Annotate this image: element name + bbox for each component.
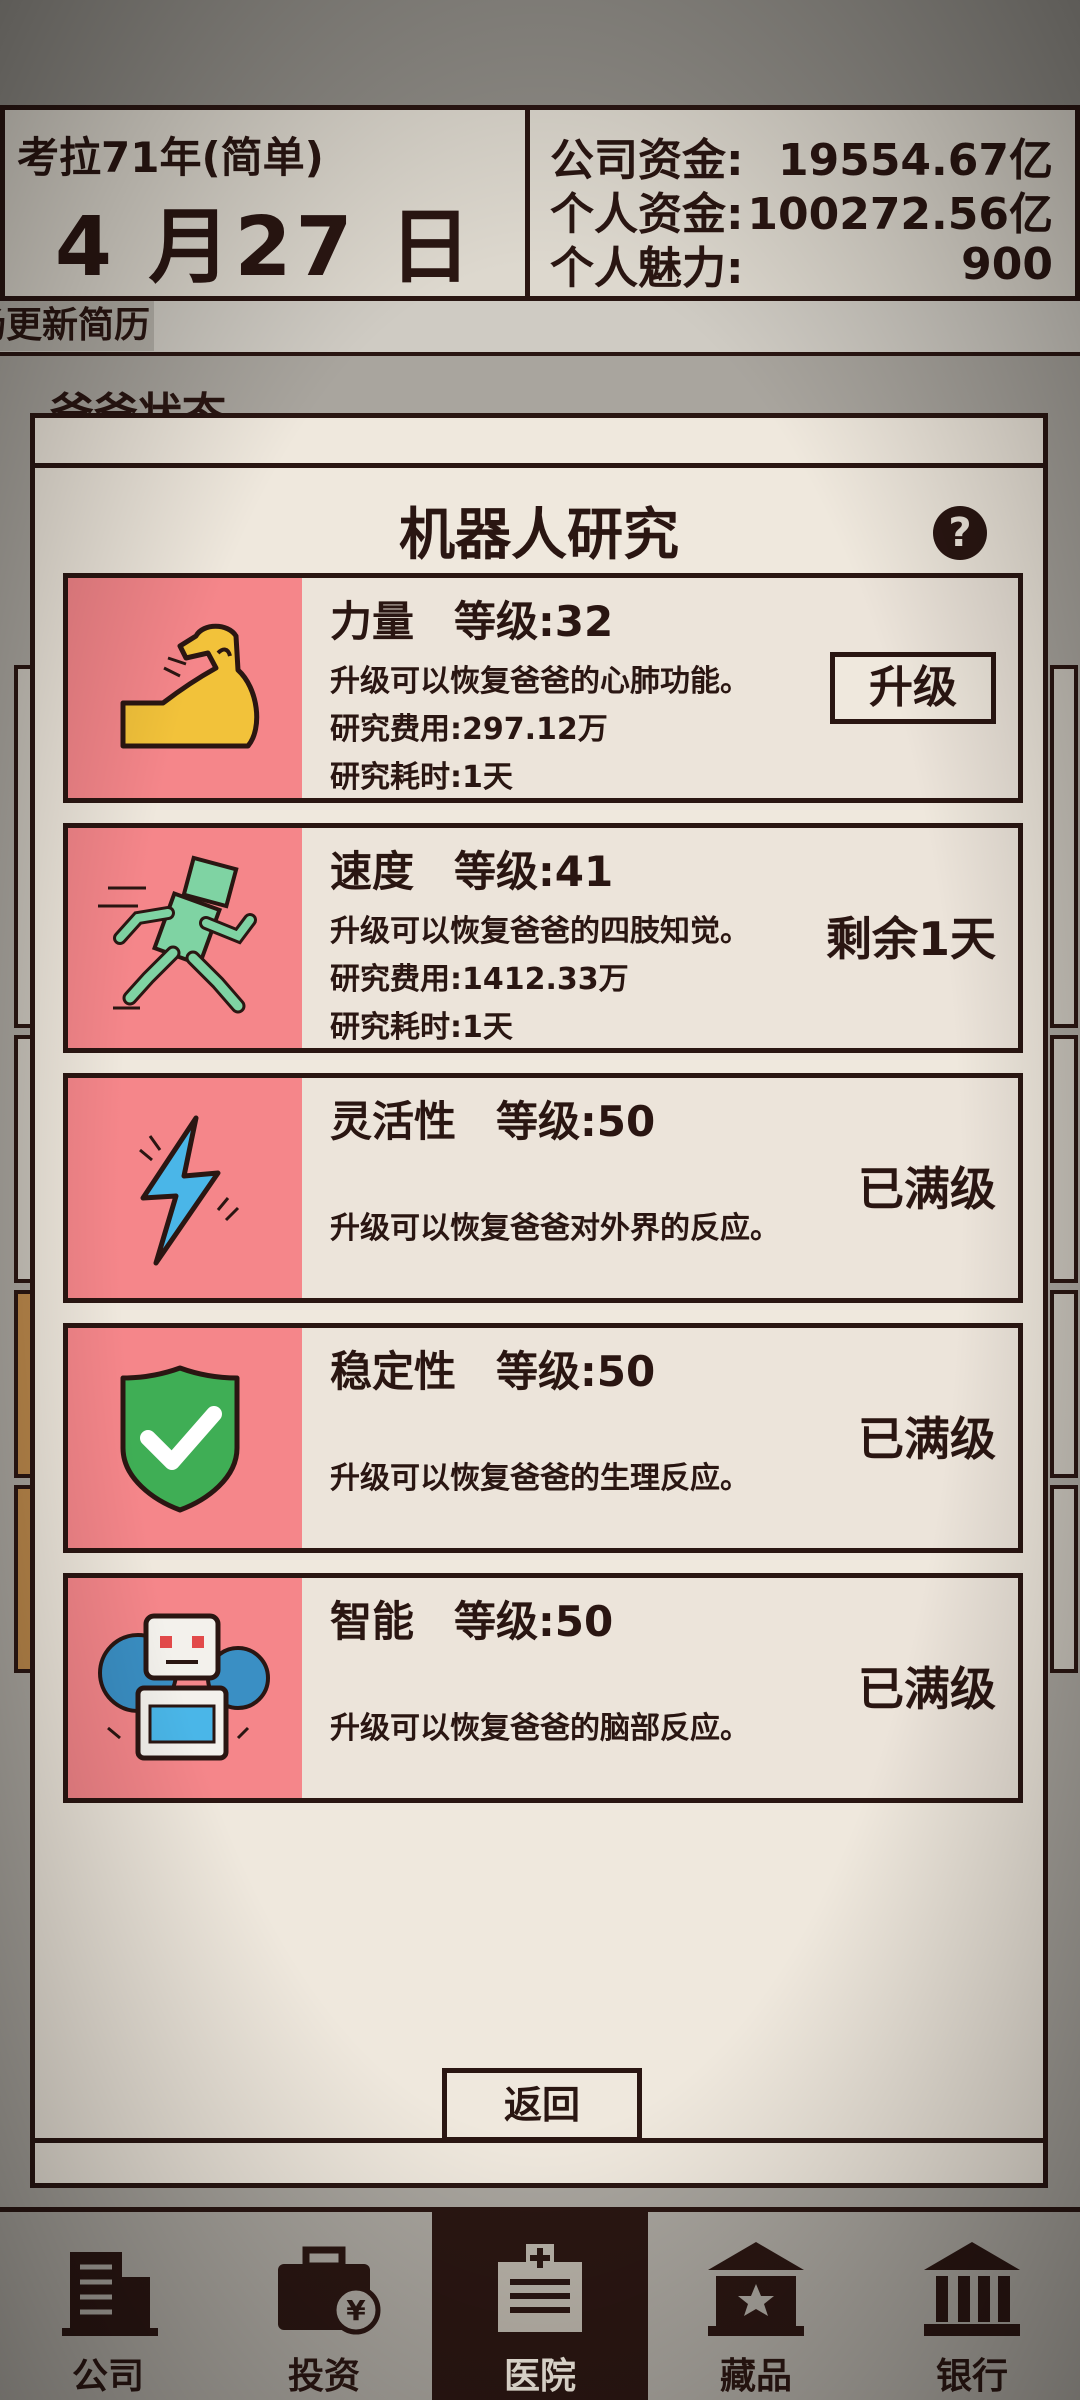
research-card-intelligence: 智能 等级:50 升级可以恢复爸爸的脑部反应。 已满级 (63, 1573, 1023, 1803)
charm-row: 个人魅力: 900 (550, 236, 1053, 295)
nav-label: 医院 (503, 2356, 576, 2397)
card-level: 等级:50 (496, 1097, 656, 1146)
background-panel-edge (1050, 1485, 1078, 1673)
background-panel-edge (1050, 1290, 1078, 1478)
card-title: 速度 等级:41 (330, 838, 613, 899)
card-image (68, 1578, 302, 1798)
card-level: 等级:32 (454, 597, 614, 646)
personal-funds-value: 100272.56亿 (747, 189, 1053, 240)
card-level: 等级:50 (496, 1347, 656, 1396)
year-label: 考拉71年(简单) (17, 133, 324, 182)
company-funds-row: 公司资金: 19554.67亿 (550, 128, 1053, 186)
card-description: 升级可以恢复爸爸的脑部反应。 (330, 1711, 750, 1746)
nav-label: 投资 (287, 2356, 360, 2397)
bottom-nav: 公司 ¥ 投资 医院 藏品 银行 (0, 2207, 1080, 2400)
nav-item-company[interactable]: 公司 (0, 2212, 216, 2400)
news-ticker-strip: 场更新简历 (0, 301, 1080, 356)
card-description: 升级可以恢复爸爸的四肢知觉。 (330, 914, 750, 949)
museum-star-icon (708, 2242, 804, 2336)
nav-label: 公司 (71, 2356, 144, 2397)
card-cost: 研究费用:297.12万 (330, 712, 608, 747)
card-image (68, 1078, 302, 1298)
nav-label: 藏品 (719, 2356, 792, 2397)
charm-label: 个人魅力: (550, 243, 744, 294)
nav-item-invest[interactable]: ¥ 投资 (216, 2212, 432, 2400)
back-button[interactable]: 返回 (442, 2068, 642, 2142)
card-description: 升级可以恢复爸爸的心肺功能。 (330, 664, 750, 699)
dialog-title: 机器人研究 (399, 503, 679, 568)
research-card-agility: 灵活性 等级:50 升级可以恢复爸爸对外界的反应。 已满级 (63, 1073, 1023, 1303)
current-date: 4 月27 日 (54, 200, 476, 295)
robot-research-dialog: 机器人研究 ? 力量 等级:32 升级可以恢复爸爸的心肺功能。 研究费用:297.… (30, 413, 1048, 2188)
briefcase-yen-icon: ¥ (278, 2246, 381, 2335)
card-name: 灵活性 (330, 1097, 457, 1146)
funds-panel: 公司资金: 19554.67亿 个人资金: 100272.56亿 个人魅力: 9… (530, 110, 1080, 296)
date-panel: 考拉71年(简单) 4 月27 日 (0, 110, 530, 296)
background-panel-edge (1050, 665, 1078, 1028)
card-title: 力量 等级:32 (330, 588, 613, 649)
research-card-stability: 稳定性 等级:50 升级可以恢复爸爸的生理反应。 已满级 (63, 1323, 1023, 1553)
card-duration: 研究耗时:1天 (330, 760, 513, 795)
card-image (68, 1328, 302, 1548)
card-name: 智能 (330, 1597, 415, 1646)
running-robot-icon (98, 855, 257, 1014)
question-circle-icon[interactable]: ? (933, 506, 987, 560)
card-image (68, 578, 302, 798)
max-level-label: 已满级 (858, 1162, 996, 1216)
card-title: 灵活性 等级:50 (330, 1088, 655, 1149)
lightning-icon (139, 1115, 240, 1266)
shield-check-icon (120, 1365, 240, 1513)
card-title: 稳定性 等级:50 (330, 1338, 655, 1399)
card-level: 等级:50 (454, 1597, 614, 1646)
card-cost: 研究费用:1412.33万 (330, 962, 629, 997)
flexed-arm-icon (120, 623, 260, 749)
nav-label: 银行 (935, 2356, 1008, 2397)
remaining-time-label: 剩余1天 (825, 912, 996, 966)
card-level: 等级:41 (454, 847, 614, 896)
card-duration: 研究耗时:1天 (330, 1010, 513, 1045)
nav-item-hospital[interactable]: 医院 (432, 2212, 648, 2400)
card-name: 速度 (330, 847, 415, 896)
nav-item-bank[interactable]: 银行 (864, 2212, 1080, 2400)
background-panel-edge (1050, 1035, 1078, 1283)
research-card-speed: 速度 等级:41 升级可以恢复爸爸的四肢知觉。 研究费用:1412.33万 研究耗… (63, 823, 1023, 1053)
card-description: 升级可以恢复爸爸的生理反应。 (330, 1461, 750, 1496)
status-bar-area (0, 0, 1080, 105)
personal-funds-row: 个人资金: 100272.56亿 (550, 182, 1053, 240)
hospital-icon (498, 2244, 582, 2332)
research-card-strength: 力量 等级:32 升级可以恢复爸爸的心肺功能。 研究费用:297.12万 研究耗时… (63, 573, 1023, 803)
robot-gear-icon (98, 1613, 270, 1761)
news-ticker: 场更新简历 (0, 301, 154, 351)
game-header: 考拉71年(简单) 4 月27 日 公司资金: 19554.67亿 个人资金: … (0, 105, 1080, 301)
nav-item-collection[interactable]: 藏品 (648, 2212, 864, 2400)
upgrade-button[interactable]: 升级 (830, 652, 996, 724)
card-name: 稳定性 (330, 1347, 457, 1396)
dialog-body: 机器人研究 ? 力量 等级:32 升级可以恢复爸爸的心肺功能。 研究费用:297.… (35, 463, 1043, 2143)
svg-text:¥: ¥ (346, 2294, 366, 2327)
charm-value: 900 (961, 238, 1053, 290)
card-description: 升级可以恢复爸爸对外界的反应。 (330, 1211, 780, 1246)
card-image (68, 828, 302, 1048)
bank-icon (924, 2242, 1020, 2336)
card-title: 智能 等级:50 (330, 1588, 613, 1649)
max-level-label: 已满级 (858, 1662, 996, 1716)
card-name: 力量 (330, 597, 415, 646)
max-level-label: 已满级 (858, 1412, 996, 1466)
building-icon (62, 2252, 158, 2336)
